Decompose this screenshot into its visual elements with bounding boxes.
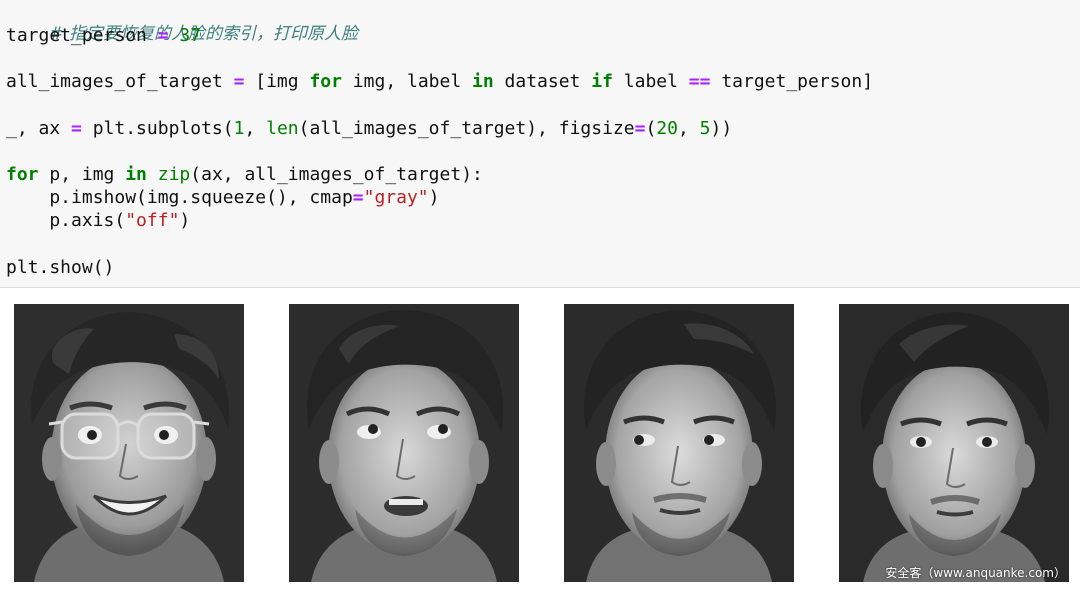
code-token: 1 — [233, 118, 245, 139]
code-token: == — [688, 71, 711, 92]
code-token: )) — [710, 118, 733, 139]
code-token: = — [71, 118, 82, 139]
code-token: [img — [244, 71, 310, 92]
code-token: p, img — [38, 164, 126, 185]
face-image-3 — [564, 304, 794, 582]
code-token: zip — [157, 164, 191, 185]
code-token: (all_images_of_target), figsize — [298, 118, 635, 139]
code-token: label — [612, 71, 689, 92]
code-token: all_images_of_target — [6, 71, 234, 92]
code-token: in — [125, 164, 147, 185]
code-token: = — [157, 25, 169, 46]
code-token: len — [266, 118, 299, 139]
code-token: _, ax — [6, 118, 72, 139]
output-area: 安全客（www.anquanke.com） — [0, 288, 1080, 589]
code-token: ) — [179, 210, 191, 231]
code-token: plt.show() — [6, 257, 115, 278]
code-line-2: all_images_of_target = [img for img, lab… — [6, 71, 873, 93]
face-image-2 — [289, 304, 519, 582]
code-token: dataset — [493, 71, 592, 92]
code-token: ( — [645, 118, 657, 139]
code-token: for — [309, 71, 342, 92]
face-image-4 — [839, 304, 1069, 582]
code-cell[interactable]: # 指定要恢复的人脸的索引，打印原人脸 target_person = 37 a… — [0, 0, 1080, 287]
code-line-4: for p, img in zip(ax, all_images_of_targ… — [6, 164, 483, 186]
code-token: (ax, all_images_of_target): — [190, 164, 483, 185]
code-token: 20 — [656, 118, 678, 139]
code-line-7: plt.show() — [6, 257, 114, 279]
code-token: target_person — [6, 25, 158, 46]
code-token: if — [591, 71, 613, 92]
code-token: img, label — [341, 71, 473, 92]
code-token: = — [352, 187, 364, 208]
code-token: target_person] — [710, 71, 874, 92]
code-token: for — [6, 164, 39, 185]
code-token: "gray" — [363, 187, 429, 208]
code-token: = — [233, 71, 245, 92]
code-line-3: _, ax = plt.subplots(1, len(all_images_o… — [6, 118, 732, 140]
code-token: in — [472, 71, 494, 92]
code-token: plt.subplots( — [81, 118, 234, 139]
code-token: "off" — [125, 210, 180, 231]
code-token: p.axis( — [6, 210, 126, 231]
face-image-1 — [14, 304, 244, 582]
code-token: = — [634, 118, 646, 139]
code-token: p.imshow(img.squeeze(), cmap — [6, 187, 353, 208]
code-token: 37 — [168, 25, 202, 46]
code-line-6: p.axis("off") — [6, 210, 190, 232]
code-line-1: target_person = 37 — [6, 25, 201, 47]
code-token: ) — [428, 187, 440, 208]
watermark: 安全客（www.anquanke.com） — [885, 566, 1066, 580]
code-token: , — [244, 118, 267, 139]
code-token: 5 — [699, 118, 711, 139]
code-token: , — [677, 118, 700, 139]
code-line-5: p.imshow(img.squeeze(), cmap="gray") — [6, 187, 440, 209]
